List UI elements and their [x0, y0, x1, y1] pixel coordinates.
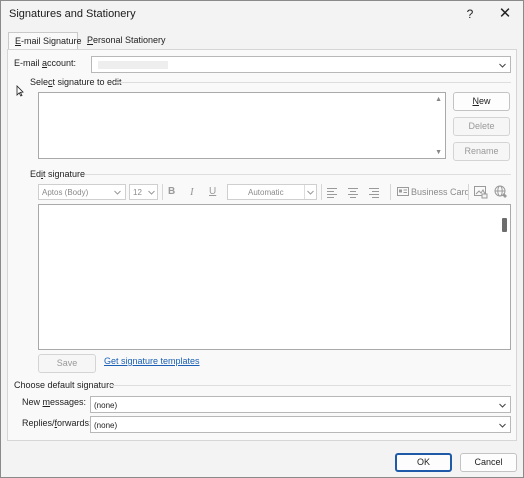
align-right-icon[interactable] — [369, 186, 379, 200]
close-button[interactable]: ✕ — [490, 4, 520, 24]
chevron-down-icon — [110, 185, 125, 199]
chevron-down-icon — [495, 417, 510, 432]
new-messages-label: New messages: — [22, 397, 86, 407]
label-part: Ed — [30, 169, 42, 179]
new-messages-dropdown[interactable]: (none) — [90, 396, 511, 413]
label-accel: m — [42, 397, 51, 407]
save-button[interactable]: Save — [38, 354, 96, 373]
underline-button[interactable]: U — [209, 186, 216, 197]
insert-picture-icon[interactable] — [474, 186, 488, 199]
email-account-dropdown[interactable] — [91, 56, 511, 73]
font-color-dropdown[interactable]: Automatic — [227, 184, 317, 200]
edit-signature-label: Edit signature — [30, 169, 85, 179]
label-part: ccount: — [47, 58, 77, 68]
font-color-value: Automatic — [248, 188, 284, 197]
chevron-down-icon — [146, 185, 157, 199]
label-part: essages: — [50, 397, 87, 407]
label-part: Sele — [30, 77, 49, 87]
font-name-dropdown[interactable]: Aptos (Body) — [38, 184, 126, 200]
label-part: orwards: — [57, 418, 92, 428]
chevron-down-icon — [495, 397, 510, 412]
rename-signature-button[interactable]: Rename — [453, 142, 510, 161]
scroll-up-icon[interactable]: ▲ — [435, 96, 442, 103]
scroll-down-icon[interactable]: ▼ — [435, 149, 442, 156]
label-part: t signature — [43, 169, 86, 179]
font-size-value: 12 — [133, 188, 142, 197]
signatures-dialog: Signatures and Stationery ? ✕ E-mail Sig… — [0, 0, 524, 478]
signature-edit-area[interactable] — [38, 204, 511, 350]
align-left-icon[interactable] — [327, 186, 337, 200]
title-bar: Signatures and Stationery ? ✕ — [1, 1, 523, 27]
toolbar-separator — [468, 184, 469, 200]
help-button[interactable]: ? — [455, 4, 485, 24]
delete-signature-button[interactable]: Delete — [453, 117, 510, 136]
section-divider — [85, 174, 511, 175]
label-part: t signature to edit — [52, 77, 122, 87]
ok-button[interactable]: OK — [395, 453, 452, 472]
tab-email-signature[interactable]: E-mail Signature — [8, 32, 82, 50]
mouse-cursor-icon — [16, 85, 24, 97]
label-part: E-mail — [14, 58, 43, 68]
label-part: Replies/ — [22, 418, 55, 428]
replies-forwards-dropdown[interactable]: (none) — [90, 416, 511, 433]
chevron-down-icon — [304, 185, 316, 199]
font-name-value: Aptos (Body) — [42, 188, 89, 197]
email-account-label: E-mail account: — [14, 58, 76, 68]
bold-button[interactable]: B — [168, 186, 175, 197]
default-signature-heading: Choose default signature — [14, 380, 115, 390]
select-signature-label: Select signature to edit — [30, 77, 122, 87]
new-signature-button[interactable]: New — [453, 92, 510, 111]
get-signature-templates-link[interactable]: Get signature templates — [104, 356, 200, 366]
label-part: New — [22, 397, 43, 407]
toolbar-separator — [321, 184, 322, 200]
section-divider — [115, 82, 511, 83]
hyperlink-icon[interactable] — [494, 185, 508, 199]
scrollbar-thumb[interactable] — [502, 218, 507, 232]
toolbar-separator — [390, 184, 391, 200]
align-center-icon[interactable] — [348, 186, 358, 200]
italic-button[interactable]: I — [190, 186, 194, 198]
account-placeholder-bar — [98, 61, 168, 69]
chevron-down-icon — [495, 57, 510, 72]
toolbar-separator — [162, 184, 163, 200]
signature-list[interactable]: ▲ ▼ — [38, 92, 446, 159]
new-messages-value: (none) — [94, 401, 118, 410]
business-card-button[interactable]: Business Card — [396, 185, 470, 200]
tab-personal-stationery[interactable]: Personal Stationery — [81, 32, 166, 50]
tab-label-rest: ersonal Stationery — [93, 35, 166, 45]
dialog-title: Signatures and Stationery — [9, 8, 136, 20]
font-size-dropdown[interactable]: 12 — [129, 184, 158, 200]
business-card-icon — [397, 187, 409, 196]
replies-forwards-value: (none) — [94, 421, 118, 430]
label-part: ew — [478, 96, 491, 106]
business-card-label: Business Card — [411, 187, 470, 197]
replies-forwards-label: Replies/forwards: — [22, 418, 92, 428]
tab-label-rest: -mail Signature — [21, 36, 82, 46]
cancel-button[interactable]: Cancel — [460, 453, 517, 472]
section-divider — [109, 385, 511, 386]
